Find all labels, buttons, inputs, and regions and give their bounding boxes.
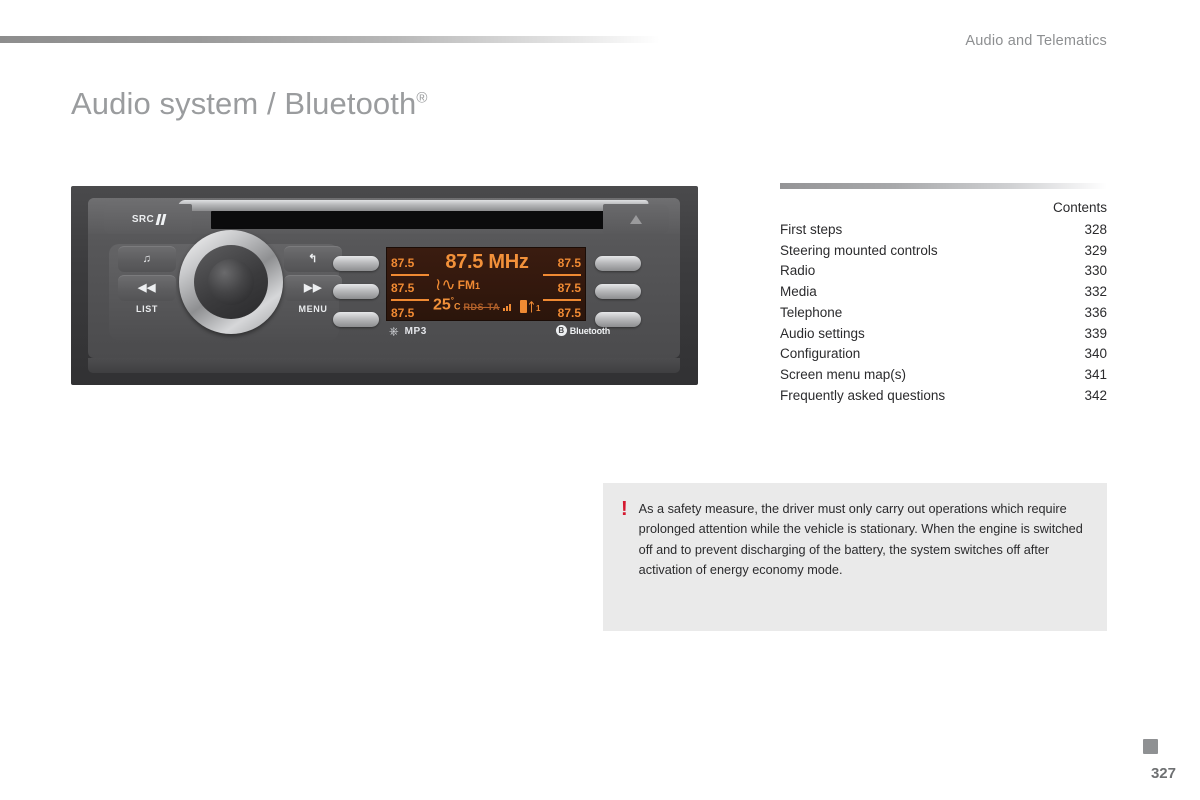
bluetooth-wordmark: Bluetooth bbox=[569, 325, 610, 336]
temperature-value: 25 bbox=[433, 296, 451, 314]
band-label: FM1 bbox=[458, 278, 480, 292]
usb-mp3-labels: ⎈ MP3 bbox=[389, 325, 427, 337]
list-button-label[interactable]: LIST bbox=[118, 304, 176, 314]
preset-button-left-1[interactable] bbox=[333, 256, 379, 271]
toc-entry-steering-mounted-controls[interactable]: Steering mounted controls 329 bbox=[780, 241, 1107, 262]
preset-button-right-1[interactable] bbox=[595, 256, 641, 271]
contents-heading: Contents bbox=[1052, 200, 1107, 215]
eject-icon bbox=[630, 214, 642, 224]
page-title: Audio system / Bluetooth® bbox=[71, 86, 427, 122]
warning-text: As a safety measure, the driver must onl… bbox=[638, 502, 1083, 578]
band-name: FM bbox=[457, 277, 475, 292]
bluetooth-badge-icon: B bbox=[555, 325, 567, 336]
power-pause-icon bbox=[155, 213, 166, 225]
toc-page: 329 bbox=[1084, 242, 1107, 258]
status-row: 25°C RDS-TA ᛏ 1 bbox=[433, 296, 583, 314]
volume-knob[interactable] bbox=[179, 230, 283, 334]
header-rule bbox=[0, 36, 660, 43]
contents-rule bbox=[780, 183, 1107, 189]
knob-ring bbox=[194, 245, 268, 319]
corner-marker bbox=[1143, 739, 1158, 754]
menu-button-label[interactable]: MENU bbox=[284, 304, 342, 314]
usb-icon: ⎈ bbox=[389, 324, 399, 338]
toc-entry-audio-settings[interactable]: Audio settings 339 bbox=[780, 324, 1107, 345]
temperature-unit: C bbox=[454, 301, 461, 312]
frequency-readout: 87.5 MHz bbox=[445, 251, 529, 273]
toc-entry-screen-menu-maps[interactable]: Screen menu map(s) 341 bbox=[780, 365, 1107, 386]
cd-slot bbox=[211, 211, 613, 229]
band-indicator: ≀∿ FM1 bbox=[435, 276, 545, 293]
toc-page: 339 bbox=[1084, 325, 1107, 341]
radio-display: 87.5 87.5 87.5 87.5 87.5 87.5 87.5 MHz ≀… bbox=[386, 247, 586, 321]
preset-left-2: 87.5 bbox=[391, 277, 429, 301]
preset-list-left: 87.5 87.5 87.5 bbox=[391, 252, 429, 325]
toc-page: 328 bbox=[1084, 222, 1107, 237]
toc-page: 340 bbox=[1084, 346, 1107, 362]
signal-strength-icon bbox=[502, 304, 511, 314]
toc-page: 341 bbox=[1084, 366, 1107, 382]
toc-entry-telephone[interactable]: Telephone 336 bbox=[780, 303, 1107, 324]
toc-page: 332 bbox=[1084, 284, 1107, 300]
music-note-icon: ♫ bbox=[142, 253, 152, 265]
safety-warning-box: ! As a safety measure, the driver must o… bbox=[603, 483, 1107, 631]
toc-label: First steps bbox=[780, 222, 843, 237]
toc-page: 342 bbox=[1084, 387, 1107, 403]
src-label: SRC bbox=[131, 213, 155, 225]
mp3-label: MP3 bbox=[404, 325, 427, 337]
preset-left-1: 87.5 bbox=[391, 252, 429, 276]
rewind-icon: ◀◀ bbox=[138, 282, 156, 294]
toc-label: Telephone bbox=[780, 304, 843, 320]
previous-track-button[interactable]: ◀◀ bbox=[118, 275, 176, 301]
registered-mark: ® bbox=[416, 89, 428, 107]
battery-icon bbox=[519, 300, 527, 314]
preset-left-3: 87.5 bbox=[391, 306, 415, 320]
fast-forward-icon: ▶▶ bbox=[304, 282, 322, 294]
preset-button-left-3[interactable] bbox=[333, 312, 379, 327]
return-arrow-icon: ↰ bbox=[308, 253, 318, 265]
bluetooth-icon: ᛏ bbox=[527, 300, 536, 315]
toc-label: Configuration bbox=[780, 346, 861, 362]
faceplate-base bbox=[88, 358, 680, 373]
bluetooth-device-number: 1 bbox=[536, 304, 541, 314]
manual-page: Audio and Telematics Audio system / Blue… bbox=[0, 0, 1200, 800]
page-title-text: Audio system / Bluetooth bbox=[71, 86, 417, 121]
preset-button-left-2[interactable] bbox=[333, 284, 379, 299]
toc-page: 330 bbox=[1084, 263, 1107, 279]
rds-ta-indicator: RDS-TA bbox=[463, 302, 500, 313]
contents-list: Contents First steps 328 Steering mounte… bbox=[780, 200, 1107, 406]
toc-entry-first-steps[interactable]: First steps 328 bbox=[780, 220, 1107, 241]
toc-label: Steering mounted controls bbox=[780, 242, 938, 258]
preset-button-right-2[interactable] bbox=[595, 284, 641, 299]
car-radio-illustration: SRC ♫ ◀◀ LIST ↰ ▶▶ MENU 87.5 87.5 87.5 8… bbox=[71, 186, 698, 385]
media-button[interactable]: ♫ bbox=[118, 246, 176, 272]
band-index: 1 bbox=[474, 280, 480, 291]
toc-label: Media bbox=[780, 284, 817, 300]
src-button[interactable]: SRC bbox=[104, 204, 192, 234]
toc-label: Frequently asked questions bbox=[780, 387, 946, 403]
toc-label: Audio settings bbox=[780, 325, 865, 341]
section-header: Audio and Telematics bbox=[965, 33, 1107, 49]
knob-center bbox=[208, 259, 254, 305]
toc-entry-configuration[interactable]: Configuration 340 bbox=[780, 344, 1107, 365]
toc-entry-frequently-asked-questions[interactable]: Frequently asked questions 342 bbox=[780, 386, 1107, 407]
toc-entry-media[interactable]: Media 332 bbox=[780, 282, 1107, 303]
cd-bezel: SRC bbox=[88, 198, 680, 234]
page-number: 327 bbox=[1150, 765, 1176, 782]
chrome-trim bbox=[176, 200, 650, 211]
preset-right-1: 87.5 bbox=[543, 252, 581, 276]
toc-page: 336 bbox=[1084, 304, 1107, 320]
phone-battery-indicator: ᛏ 1 bbox=[519, 300, 541, 315]
toc-label: Screen menu map(s) bbox=[780, 366, 907, 382]
toc-entry-radio[interactable]: Radio 330 bbox=[780, 261, 1107, 282]
warning-exclamation-icon: ! bbox=[621, 498, 628, 520]
bluetooth-logo: B Bluetooth bbox=[555, 325, 610, 336]
toc-label: Radio bbox=[780, 263, 816, 279]
temperature-readout: 25°C bbox=[433, 296, 461, 314]
waveform-icon: ≀∿ bbox=[435, 275, 456, 294]
eject-button[interactable] bbox=[603, 204, 669, 234]
